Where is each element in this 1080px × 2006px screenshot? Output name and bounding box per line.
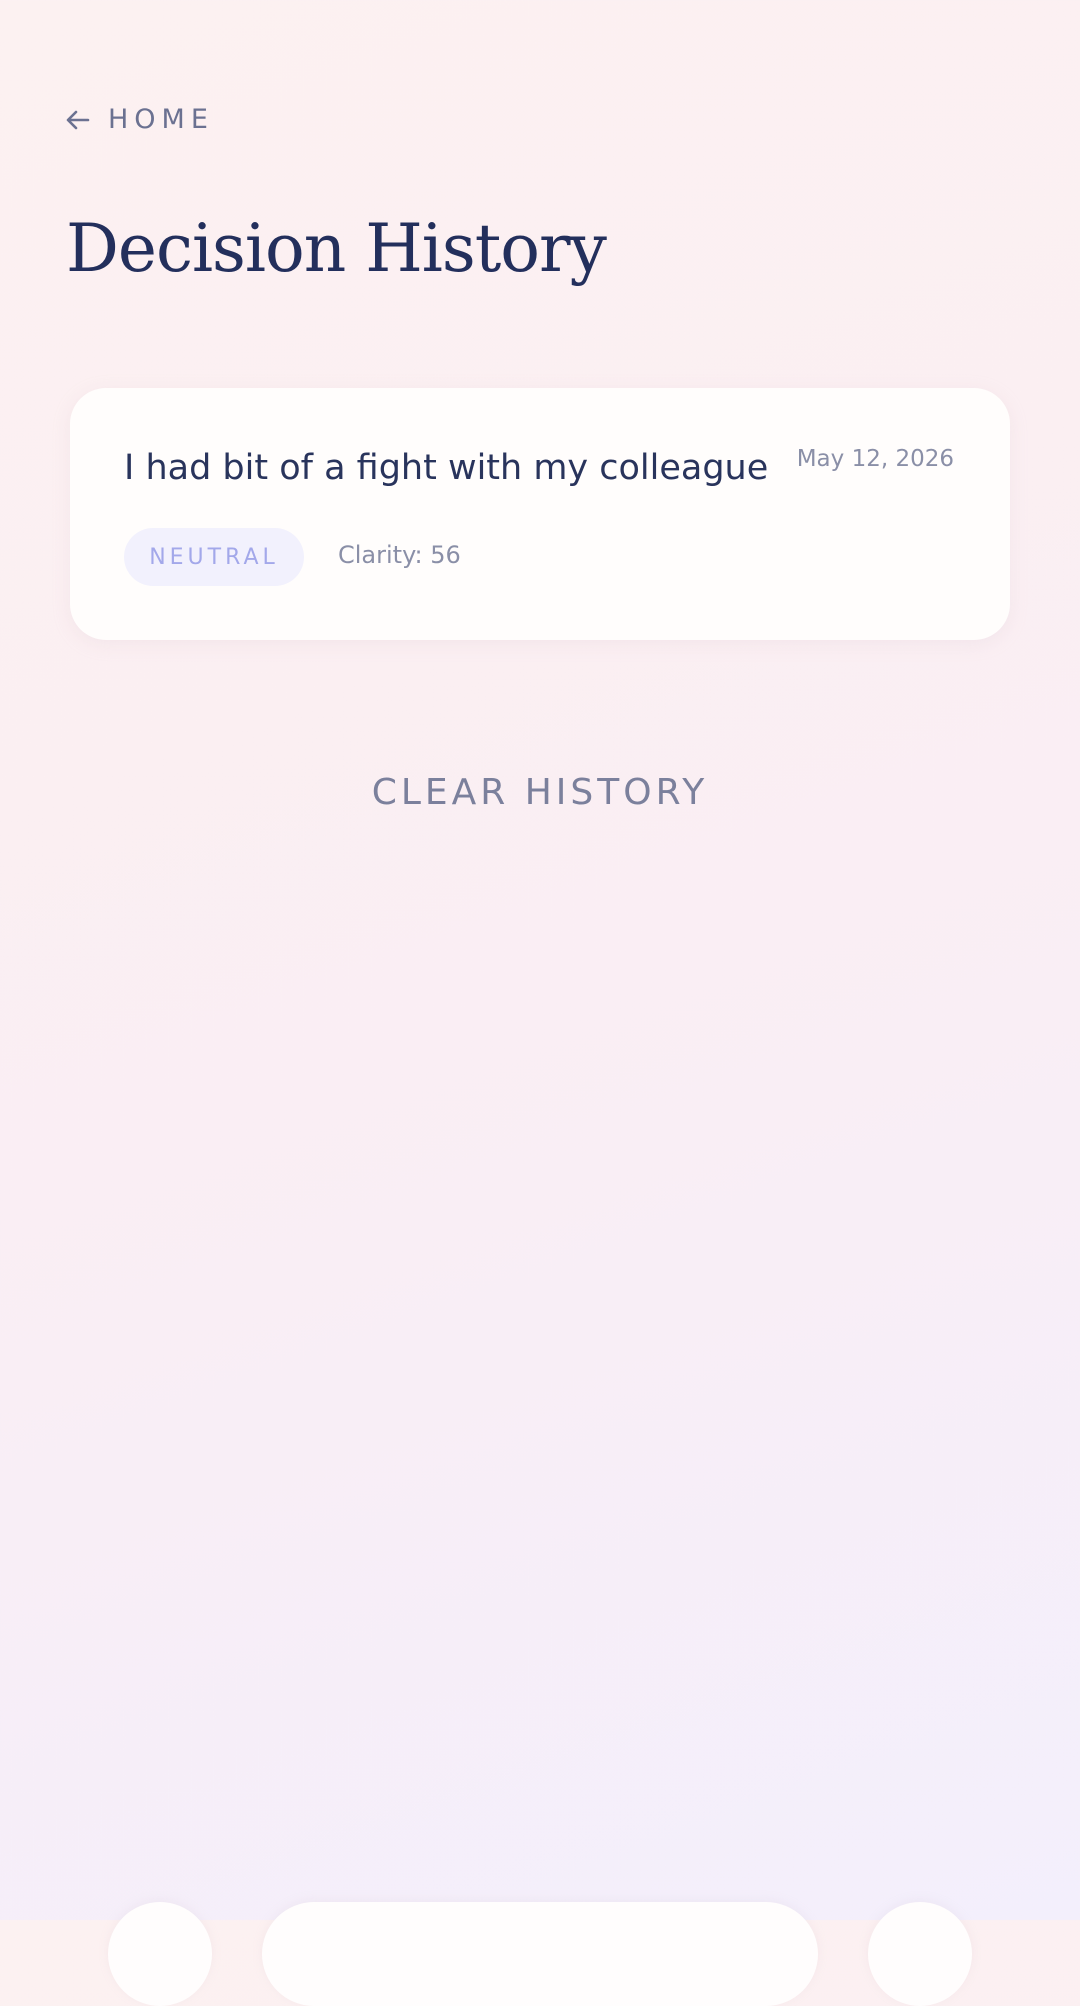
bottom-nav-center-bar[interactable]: [262, 1902, 818, 2006]
page-title: Decision History: [66, 210, 607, 287]
clear-history-button[interactable]: CLEAR HISTORY: [0, 772, 1080, 813]
back-home-link[interactable]: HOME: [66, 104, 214, 135]
arrow-left-icon: [66, 109, 90, 131]
history-card[interactable]: I had bit of a fight with my colleague M…: [70, 388, 1010, 640]
mood-badge: NEUTRAL: [124, 528, 304, 586]
back-label: HOME: [108, 104, 214, 135]
history-entry-text: I had bit of a fight with my colleague: [124, 448, 769, 488]
clarity-score: Clarity: 56: [338, 541, 461, 569]
bottom-nav-right-button[interactable]: [868, 1902, 972, 2006]
history-entry-date: May 12, 2026: [796, 446, 954, 472]
bottom-nav-left-button[interactable]: [108, 1902, 212, 2006]
